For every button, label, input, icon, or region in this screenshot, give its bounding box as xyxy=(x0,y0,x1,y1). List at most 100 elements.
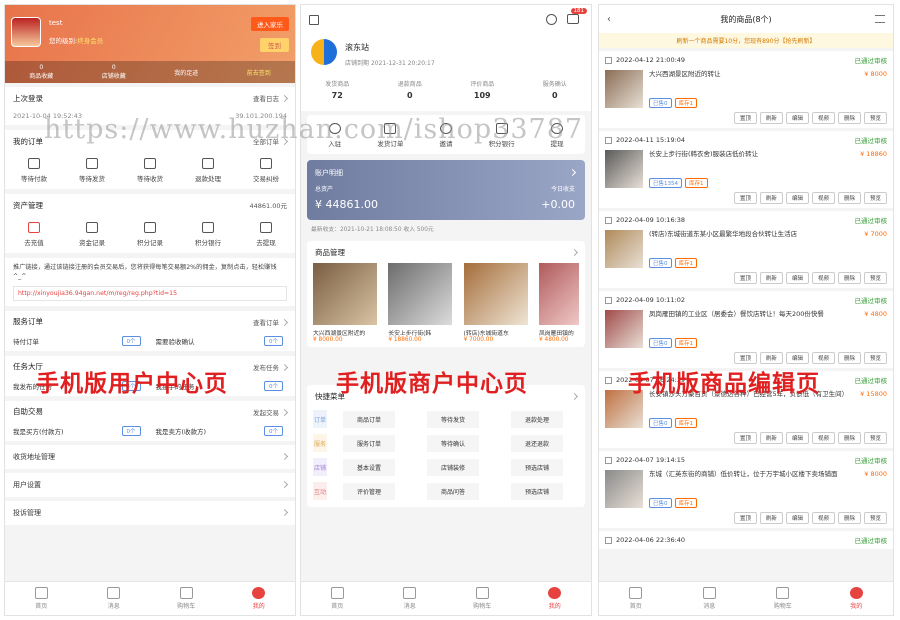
shortcut-item[interactable]: 退还退款 xyxy=(510,434,563,452)
product-thumbnail[interactable] xyxy=(605,310,643,348)
card-action-button[interactable]: 删除 xyxy=(837,352,861,364)
avatar[interactable] xyxy=(11,17,41,47)
tab-home[interactable]: 首页 xyxy=(312,587,362,610)
chevron-right-icon[interactable] xyxy=(570,392,579,400)
tab-cart[interactable]: 购物车 xyxy=(758,587,808,610)
back-icon[interactable]: ‹ xyxy=(607,14,611,25)
card-action-button[interactable]: 刷新 xyxy=(759,512,783,524)
withdraw-button[interactable]: 去提现 xyxy=(238,222,294,247)
recharge-button[interactable]: 去充值 xyxy=(6,222,62,247)
order-refund[interactable]: 退款处理 xyxy=(180,158,236,183)
stat-item[interactable]: 我的足迹 xyxy=(174,68,198,77)
card-action-button[interactable]: 编辑 xyxy=(785,512,809,524)
product-title[interactable]: 大兴西湖景区附近的转让 xyxy=(649,70,864,79)
promo-link[interactable]: http://xinyoujia36.94gan.net/m/reg/reg.p… xyxy=(13,285,287,301)
points-records[interactable]: 积分记录 xyxy=(122,222,178,247)
tab-messages[interactable]: 消息 xyxy=(89,587,139,610)
card-action-button[interactable]: 预览 xyxy=(863,432,887,444)
card-action-button[interactable]: 刷新 xyxy=(759,432,783,444)
card-action-button[interactable]: 预览 xyxy=(863,512,887,524)
message-icon[interactable] xyxy=(567,14,579,24)
tab-home[interactable]: 首页 xyxy=(611,587,661,610)
card-action-button[interactable]: 删除 xyxy=(837,272,861,284)
card-action-button[interactable]: 编辑 xyxy=(785,352,809,364)
card-action-button[interactable]: 置顶 xyxy=(733,192,757,204)
product-item[interactable]: 大兴西湖景区附近的 ¥ 8000.00 xyxy=(313,263,377,343)
card-action-button[interactable]: 刷新 xyxy=(759,272,783,284)
card-action-button[interactable]: 编辑 xyxy=(785,192,809,204)
card-action-button[interactable]: 视频 xyxy=(811,112,835,124)
select-checkbox[interactable] xyxy=(605,56,612,64)
address-link[interactable]: 收货地址管理 xyxy=(5,444,295,469)
select-checkbox[interactable] xyxy=(605,136,612,144)
card-action-button[interactable]: 置顶 xyxy=(733,352,757,364)
card-action-button[interactable]: 刷新 xyxy=(759,112,783,124)
tab-cart[interactable]: 购物车 xyxy=(457,587,507,610)
order-pending-receive[interactable]: 等待收货 xyxy=(122,158,178,183)
select-checkbox[interactable] xyxy=(605,376,612,384)
stat-item[interactable]: 0 店铺收藏 xyxy=(102,64,126,80)
product-title[interactable]: 凤岗雁田镇的工业区（居委会）餐饮店转让！每天200份快餐 xyxy=(649,310,864,319)
card-action-button[interactable]: 预览 xyxy=(863,352,887,364)
user-settings-link[interactable]: 用户设置 xyxy=(5,472,295,497)
shortcut-item[interactable]: 退款处理 xyxy=(510,410,563,428)
chevron-right-icon[interactable] xyxy=(570,248,579,256)
product-title[interactable]: (转店)东城街道东某小区最繁华地段合伙转让生活店 xyxy=(649,230,864,239)
tab-messages[interactable]: 消息 xyxy=(684,587,734,610)
card-action-button[interactable]: 刷新 xyxy=(759,192,783,204)
tab-mine[interactable]: 我的 xyxy=(234,587,284,610)
stat-item[interactable]: 评价商品 109 xyxy=(470,79,494,100)
shortcut-item[interactable]: 商品问答 xyxy=(426,482,479,500)
card-action-button[interactable]: 预览 xyxy=(863,192,887,204)
card-action-button[interactable]: 置顶 xyxy=(733,112,757,124)
select-checkbox[interactable] xyxy=(605,216,612,224)
tab-mine[interactable]: 我的 xyxy=(530,587,580,610)
product-title[interactable]: 长安上步行街(韩衣舍)服装店低价转让 xyxy=(649,150,860,159)
card-action-button[interactable]: 编辑 xyxy=(785,272,809,284)
shortcut-item[interactable]: 基本设置 xyxy=(342,458,395,476)
shortcut-item[interactable]: 店铺装修 xyxy=(426,458,479,476)
card-action-button[interactable]: 视频 xyxy=(811,192,835,204)
complaints-link[interactable]: 投诉管理 xyxy=(5,500,295,525)
view-log-link[interactable]: 查看日志 xyxy=(253,93,289,103)
menu-icon[interactable] xyxy=(875,15,885,23)
points-bank[interactable]: 积分银行 xyxy=(180,222,236,247)
card-action-button[interactable]: 删除 xyxy=(837,192,861,204)
card-action-button[interactable]: 视频 xyxy=(811,432,835,444)
product-thumbnail[interactable] xyxy=(605,470,643,508)
product-item[interactable]: 长安上步行街(韩 ¥ 18860.00 xyxy=(388,263,453,343)
card-action-button[interactable]: 置顶 xyxy=(733,432,757,444)
order-pending-ship[interactable]: 等待发货 xyxy=(64,158,120,183)
card-action-button[interactable]: 预览 xyxy=(863,112,887,124)
shortcut-item[interactable]: 服务订单 xyxy=(342,434,395,452)
tab-cart[interactable]: 购物车 xyxy=(161,587,211,610)
stat-item[interactable]: 退款商品 0 xyxy=(398,79,422,100)
product-thumbnail[interactable] xyxy=(605,150,643,188)
shortcut-item[interactable]: 预选店铺 xyxy=(510,482,563,500)
product-title[interactable]: 东城（汇英东街的商铺）低价转让，位于万宇城小区楼下卖场铺面 xyxy=(649,470,864,479)
tab-home[interactable]: 首页 xyxy=(16,587,66,610)
order-pending-pay[interactable]: 等待付款 xyxy=(6,158,62,183)
shortcut-item[interactable]: 评价管理 xyxy=(342,482,395,500)
product-thumbnail[interactable] xyxy=(605,230,643,268)
refresh-notice[interactable]: 刷新一个商品需要10分，您现有890分【抢先刷新】 xyxy=(599,33,893,48)
fund-records[interactable]: 资金记录 xyxy=(64,222,120,247)
select-checkbox[interactable] xyxy=(605,536,612,544)
tab-mine[interactable]: 我的 xyxy=(831,587,881,610)
card-action-button[interactable]: 编辑 xyxy=(785,432,809,444)
product-item[interactable]: 凤岗雁田镇的 ¥ 4800.00 xyxy=(538,263,579,343)
card-action-button[interactable]: 刷新 xyxy=(759,352,783,364)
select-checkbox[interactable] xyxy=(605,296,612,304)
card-action-button[interactable]: 视频 xyxy=(811,352,835,364)
gear-icon[interactable] xyxy=(546,14,557,25)
enter-shop-button[interactable]: 进入家乐 xyxy=(251,17,289,31)
product-thumbnail[interactable] xyxy=(605,70,643,108)
shortcut-item[interactable]: 商品订单 xyxy=(342,410,395,428)
publish-task-link[interactable]: 发布任务 xyxy=(253,362,289,372)
view-service-orders[interactable]: 查看订单 xyxy=(253,317,289,327)
card-action-button[interactable]: 预览 xyxy=(863,272,887,284)
stat-item[interactable]: 服务确认 0 xyxy=(543,79,567,100)
select-checkbox[interactable] xyxy=(605,456,612,464)
card-action-button[interactable]: 置顶 xyxy=(733,512,757,524)
exit-icon[interactable] xyxy=(309,15,319,25)
